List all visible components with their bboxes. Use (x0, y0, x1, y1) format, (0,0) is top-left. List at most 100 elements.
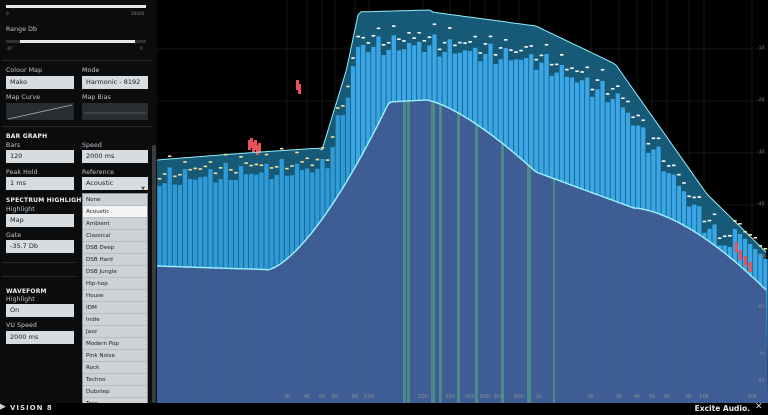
reference-option[interactable]: Dubstep (83, 386, 147, 398)
range-db-label: Range Db (6, 26, 38, 33)
reference-option[interactable]: Jazz (83, 326, 147, 338)
highlight-band (439, 103, 442, 403)
colour-map-select[interactable]: Mako (6, 76, 74, 89)
peak-hold-mark (437, 48, 442, 51)
reference-dropdown-list[interactable]: None Acoustic Ambient Classical DSB Deep DSB … (82, 193, 148, 410)
frequency-tick-label: 200 (418, 394, 428, 400)
highlight-band (475, 123, 478, 403)
peak-hold-mark (254, 163, 259, 166)
reference-option[interactable]: Pink Noise (83, 350, 147, 362)
reference-option[interactable]: IDM (83, 302, 147, 314)
reference-option[interactable]: None (83, 194, 147, 206)
frequency-tick-label: 1k (535, 394, 543, 400)
peak-hold-mark (249, 164, 253, 167)
map-bias-editor[interactable] (82, 103, 148, 120)
divider (2, 262, 76, 263)
db-tick-label: -10 (757, 46, 765, 51)
peak-hold-mark (300, 161, 304, 163)
db-tick-label: -30 (757, 150, 765, 155)
mode-select[interactable]: Harmonic - 8192 (82, 76, 148, 89)
gate-input[interactable]: -35.7 Db (6, 240, 74, 253)
peak-hold-mark (529, 45, 533, 47)
frequency-tick-label: 400 (465, 394, 475, 400)
map-curve-editor[interactable] (6, 103, 74, 120)
peak-hold-mark (234, 171, 238, 174)
reference-option[interactable]: Modern Pop (83, 338, 147, 350)
peak-hold-mark (488, 35, 493, 38)
settings-panel: 0 20000 Range Db -97 0 Colour Map Mako M… (0, 0, 157, 415)
divider (2, 276, 76, 277)
mode-label: Mode (82, 67, 100, 74)
reference-option[interactable]: Indie (83, 314, 147, 326)
peak-hold-mark (178, 173, 182, 176)
peak-hold-mark (366, 42, 371, 44)
peak-hold-mark (677, 173, 681, 176)
peak-hold-mark (453, 44, 457, 47)
reference-option[interactable]: Acoustic (83, 206, 147, 218)
play-icon[interactable]: ▶ (0, 402, 6, 412)
reference-option[interactable]: Hip-hop (83, 278, 147, 290)
peak-hold-mark (554, 63, 559, 66)
peak-hold-input[interactable]: 1 ms (6, 177, 74, 190)
peak-hold-mark (626, 100, 630, 103)
peak-hold-mark (549, 63, 554, 66)
peak-hold-mark (285, 167, 289, 170)
waveform-highlight-select[interactable]: On (6, 304, 74, 317)
highlight-select[interactable]: Map (6, 214, 74, 227)
vu-speed-input[interactable]: 2000 ms (6, 331, 74, 344)
map-curve-label: Map Curve (6, 94, 41, 101)
bar-graph-header: BAR GRAPH (6, 133, 48, 140)
gate-label: Gate (6, 232, 22, 239)
reference-option[interactable]: DSB Hard (83, 254, 147, 266)
peak-hold-mark (432, 23, 437, 26)
panel-scrollbar[interactable] (152, 145, 156, 403)
peak-hold-mark (295, 151, 299, 154)
peak-hold-mark (514, 51, 518, 53)
peak-hold-mark (712, 213, 717, 216)
peak-hold-mark (290, 165, 294, 167)
peak-hold-mark (305, 157, 309, 160)
peak-hold-mark (463, 42, 467, 44)
peak-hold-mark (315, 158, 320, 161)
peak-hold-mark (188, 168, 192, 171)
reference-option[interactable]: Rock (83, 362, 147, 374)
bars-input[interactable]: 120 (6, 150, 74, 163)
peak-hold-mark (524, 46, 528, 48)
over-reference-mark (735, 242, 738, 252)
reference-option[interactable]: Techno (83, 374, 147, 386)
peak-hold-mark (167, 155, 172, 158)
peak-hold-mark (468, 41, 472, 43)
peak-hold-mark (458, 41, 462, 44)
over-reference-mark (739, 250, 742, 260)
peak-hold-mark (672, 164, 676, 167)
frequency-tick-label: 500 (480, 394, 490, 400)
reference-select[interactable]: Acoustic ▼ (82, 177, 148, 190)
reference-option[interactable]: House (83, 290, 147, 302)
db-max-label: 0 (140, 46, 143, 51)
peak-hold-mark (341, 105, 345, 107)
speed-input[interactable]: 2000 ms (82, 150, 148, 163)
brand-label: Excite Audio. (694, 404, 750, 413)
over-reference-mark (749, 262, 752, 272)
reference-option[interactable]: DSB Deep (83, 242, 147, 254)
expand-icon[interactable]: ✕ (755, 402, 763, 412)
peak-hold-mark (616, 85, 620, 88)
db-tick-label: -60 (757, 305, 765, 310)
frequency-tick-label: 80 (351, 394, 359, 400)
peak-hold-mark (336, 107, 340, 109)
frequency-tick-label: 4k (633, 394, 641, 400)
peak-hold-mark (381, 44, 386, 46)
peak-hold-mark (280, 147, 284, 150)
frequency-tick-label: 40 (303, 394, 311, 400)
peak-hold-mark (402, 40, 406, 42)
reference-option[interactable]: DSB Jungle (83, 266, 147, 278)
peak-hold-mark (183, 161, 187, 163)
highlight-label: Highlight (6, 206, 35, 213)
peak-hold-mark (575, 70, 579, 73)
frequency-tick-label: 10k (699, 394, 709, 400)
frequency-tick-label: 3k (615, 394, 623, 400)
peak-hold-mark (193, 167, 197, 170)
reference-option[interactable]: Ambient (83, 218, 147, 230)
vu-speed-label: VU Speed (6, 322, 37, 329)
reference-option[interactable]: Classical (83, 230, 147, 242)
